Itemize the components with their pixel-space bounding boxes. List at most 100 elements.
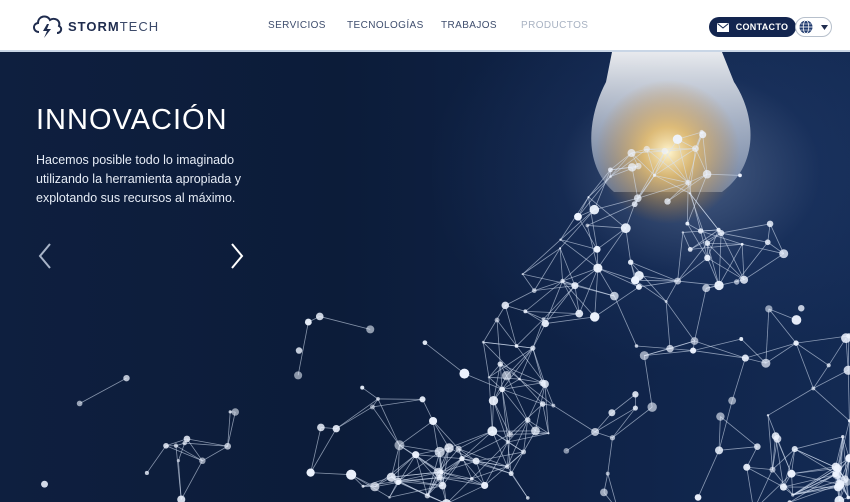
network-link (694, 288, 707, 342)
network-node (41, 480, 48, 488)
network-link (482, 305, 506, 343)
network-link (665, 280, 678, 302)
network-node (76, 400, 83, 407)
network-node (369, 404, 375, 410)
network-link (566, 431, 596, 452)
network-node (687, 247, 693, 252)
network-link (665, 301, 695, 342)
network-link (847, 370, 850, 421)
network-node (714, 280, 724, 291)
network-node (144, 470, 149, 476)
network-node (826, 363, 831, 368)
network-link (447, 478, 473, 502)
network-link (146, 445, 167, 474)
network-link (721, 223, 771, 234)
network-node (811, 386, 816, 391)
slider-prev-arrow-icon[interactable] (37, 242, 53, 270)
network-link (336, 406, 373, 430)
network-node (635, 283, 642, 290)
network-node (631, 201, 638, 208)
network-node (716, 227, 721, 233)
network-node (643, 145, 650, 153)
network-node (487, 426, 498, 437)
network-link (643, 355, 653, 408)
network-link (202, 445, 228, 462)
network-node (692, 145, 699, 153)
network-link (336, 398, 379, 429)
network-node (690, 347, 697, 354)
nav-item-productos[interactable]: PRODUCTOS (521, 20, 588, 31)
network-link (794, 436, 843, 450)
network-node (609, 175, 612, 178)
network-link (399, 420, 434, 446)
network-node (459, 368, 470, 379)
network-link (718, 400, 733, 451)
network-link (448, 430, 493, 449)
network-node (574, 212, 582, 221)
network-link (522, 273, 575, 287)
network-node (652, 173, 657, 177)
network-link (736, 242, 769, 283)
network-node (591, 427, 600, 436)
network-link (532, 348, 543, 383)
network-link (543, 285, 576, 320)
network-link (562, 267, 599, 282)
network-node (834, 495, 845, 502)
network-node (481, 481, 489, 490)
network-node (593, 245, 601, 253)
contact-button[interactable]: CONTACTO (709, 17, 796, 37)
language-selector[interactable] (795, 17, 832, 37)
network-node (361, 484, 365, 488)
network-link (180, 460, 203, 500)
network-node (559, 238, 562, 241)
network-node (791, 493, 795, 497)
network-link (731, 357, 746, 401)
network-link (424, 342, 465, 374)
globe-icon (799, 20, 813, 34)
network-link (693, 350, 746, 359)
network-node (685, 179, 692, 186)
network-node (488, 396, 499, 406)
network-node (609, 291, 619, 301)
network-link (677, 280, 720, 286)
network-node (647, 402, 657, 412)
network-link (560, 239, 598, 250)
network-node (639, 351, 649, 361)
network-node (632, 405, 638, 411)
network-link (613, 295, 637, 347)
network-node (609, 435, 616, 441)
network-node (740, 275, 749, 284)
network-node (587, 196, 590, 199)
nav-item-servicios[interactable]: SERVICIOS (268, 20, 326, 31)
network-node (605, 471, 610, 476)
network-link (522, 247, 561, 275)
hero-description: Hacemos posible todo lo imaginado utiliz… (36, 153, 241, 205)
mail-icon (716, 22, 729, 32)
network-node (501, 370, 512, 381)
network-node (521, 273, 524, 276)
network-node (600, 488, 608, 497)
network-link (794, 448, 838, 469)
network-link (533, 248, 561, 291)
network-node (346, 469, 357, 480)
network-node (761, 358, 771, 368)
network-node (499, 386, 506, 393)
network-node (697, 228, 704, 234)
network-node (366, 325, 375, 334)
network-link (694, 340, 746, 359)
network-link (525, 310, 580, 315)
nav-item-tecnologias[interactable]: TECNOLOGÍAS (347, 20, 424, 31)
network-node (177, 495, 186, 502)
network-node (469, 476, 474, 481)
network-link (596, 227, 627, 250)
network-node (394, 440, 405, 451)
nav-item-trabajos[interactable]: TRABAJOS (441, 20, 497, 31)
network-node (633, 194, 642, 203)
network-link (532, 323, 546, 349)
network-node (173, 443, 179, 448)
network-node (741, 354, 749, 362)
network-node (634, 270, 644, 281)
network-link (607, 473, 617, 502)
network-link (743, 253, 784, 281)
slider-next-arrow-icon[interactable] (229, 242, 245, 270)
